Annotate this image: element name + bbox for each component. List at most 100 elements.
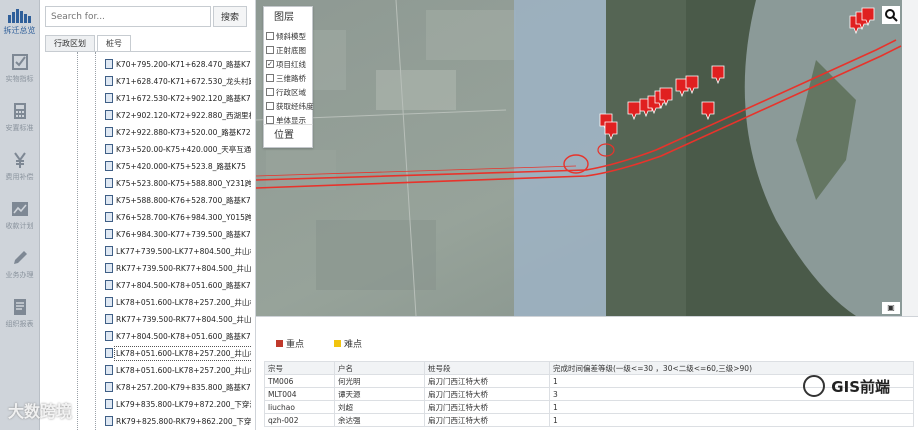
side-rail: 拆迁总览 实物指标安置标准费用补偿 收款计划 业务办理组织报表 xyxy=(0,0,40,430)
tab-stake-number[interactable]: 桩号 xyxy=(97,35,131,51)
document-icon xyxy=(105,263,113,273)
stake-tree[interactable]: K70+795.200-K71+628.470_路基K70 K71+628.470… xyxy=(45,51,251,430)
logo[interactable]: 拆迁总览 xyxy=(0,0,39,44)
checkbox[interactable] xyxy=(266,88,274,96)
map-marker-icon[interactable] xyxy=(711,65,725,85)
layer-toggle-2[interactable]: ✓ 项目红线 xyxy=(264,57,312,71)
layer-label: 正射底图 xyxy=(276,45,306,55)
tree-item-label: LK78+051.600-LK78+257.200_井山村 xyxy=(116,297,251,307)
panel-tabs: 行政区划 桩号 xyxy=(45,35,133,51)
tab-admin-division[interactable]: 行政区划 xyxy=(45,35,95,51)
rail-item-label: 安置标准 xyxy=(5,124,34,132)
col-header-name[interactable]: 户名 xyxy=(334,361,425,375)
table-cell: qzh-002 xyxy=(264,413,335,427)
pencil-icon xyxy=(13,251,27,264)
checkbox[interactable] xyxy=(266,46,274,54)
layer-label: 三维路桥 xyxy=(276,73,306,83)
tree-item[interactable]: RK79+825.800-RK79+862.200_下穿深 xyxy=(105,411,251,430)
document-icon xyxy=(105,297,113,307)
search-bar: 搜索 xyxy=(45,6,251,27)
table-cell: 扇刀门西江特大桥 xyxy=(424,400,550,414)
rail-item-0[interactable]: 实物指标 xyxy=(0,44,39,93)
logo-text: 拆迁总览 xyxy=(3,25,36,35)
table-cell: liuchao xyxy=(264,400,335,414)
document-icon xyxy=(105,348,113,358)
layer-toggle-4[interactable]: 行政区域 xyxy=(264,85,312,99)
layer-label: 获取经纬度 xyxy=(276,101,314,111)
layer-label: 行政区域 xyxy=(276,87,306,97)
rail-item-5[interactable]: 组织报表 xyxy=(0,289,39,338)
document-icon xyxy=(105,382,113,392)
map-view[interactable]: ▣ xyxy=(256,0,918,316)
map-toggle-button[interactable]: ▣ xyxy=(882,302,900,314)
tree-item-label: K70+795.200-K71+628.470_路基K70 xyxy=(116,59,251,69)
col-header-id[interactable]: 宗号 xyxy=(264,361,335,375)
search-button[interactable]: 搜索 xyxy=(213,6,247,27)
layer-toggle-1[interactable]: 正射底图 xyxy=(264,43,312,57)
tree-item-label: K75+420.000-K75+523.8_路基K75 xyxy=(116,161,246,171)
rail-item-1[interactable]: 安置标准 xyxy=(0,93,39,142)
legend-swatch-difficult xyxy=(334,340,342,347)
col-header-stake[interactable]: 桩号段 xyxy=(424,361,550,375)
tree-item-label: RK77+739.500-RK77+804.500_井山村 xyxy=(116,263,251,273)
tree-item-label: LK77+739.500-LK77+804.500_井山村 xyxy=(116,246,251,256)
table-cell: 1 xyxy=(549,400,914,414)
map-marker-icon[interactable] xyxy=(604,121,618,141)
document-icon xyxy=(105,399,113,409)
document-icon xyxy=(105,127,113,137)
document-icon xyxy=(105,365,113,375)
tree-item-label: K75+523.800-K75+588.800_Y231跨线 xyxy=(116,178,251,188)
checkbox[interactable]: ✓ xyxy=(266,60,274,68)
legend-label-key[interactable]: 重点 xyxy=(286,337,304,350)
magnifier-icon xyxy=(885,9,898,22)
checkbox[interactable] xyxy=(266,32,274,40)
table-cell: 扇刀门西江特大桥 xyxy=(424,374,550,388)
yen-icon xyxy=(13,152,26,168)
report-icon xyxy=(13,299,26,315)
zoom-button[interactable] xyxy=(882,6,900,24)
layer-toggle-3[interactable]: 三维路桥 xyxy=(264,71,312,85)
table-cell: 1 xyxy=(549,413,914,427)
map-marker-icon[interactable] xyxy=(627,101,641,121)
map-marker-icon[interactable] xyxy=(701,101,715,121)
checkbox[interactable] xyxy=(266,116,274,124)
document-icon xyxy=(105,331,113,341)
document-icon xyxy=(105,76,113,86)
checkbox[interactable] xyxy=(266,74,274,82)
tree-guide-line xyxy=(77,52,78,430)
tree-item-label: LK78+051.600-LK78+257.200_井山村 xyxy=(114,345,251,361)
tree-item-label: LK78+051.600-LK78+257.200_井山村 xyxy=(116,365,251,375)
tree-item-label: K71+628.470-K71+672.530_龙头村跨 xyxy=(116,76,251,86)
rail-item-label: 组织报表 xyxy=(5,320,34,328)
legend-label-difficult[interactable]: 难点 xyxy=(344,337,362,350)
calculator-icon xyxy=(13,103,26,119)
rail-item-4[interactable]: 业务办理 xyxy=(0,240,39,289)
tree-item-label: K77+804.500-K78+051.600_路基K77 xyxy=(116,331,251,341)
position-button[interactable]: 位置 xyxy=(263,124,313,148)
tree-item-label: K76+528.700-K76+984.300_Y015跨线 xyxy=(116,212,251,222)
document-icon xyxy=(105,110,113,120)
checkbox[interactable] xyxy=(266,102,274,110)
col-header-level[interactable]: 完成时间偏差等级(一级<=30 ，30<二级<=60,三级>90) xyxy=(549,361,914,375)
layer-toggle-0[interactable]: 倾斜模型 xyxy=(264,29,312,43)
layer-toggle-5[interactable]: 获取经纬度 xyxy=(264,99,314,113)
tree-item-label: LK79+835.800-LK79+872.200_下穿深 xyxy=(116,399,251,409)
legend: 重点 难点 xyxy=(276,337,392,350)
tree-item-label: K76+984.300-K77+739.500_路基K76 xyxy=(116,229,251,239)
tree-item-label: K72+902.120-K72+922.880_西湖里村 xyxy=(116,110,251,120)
tree-item-label: RK77+739.500-RK77+804.500_井山村 xyxy=(116,314,251,324)
layer-panel-title: 图层 xyxy=(274,12,294,23)
document-icon xyxy=(105,416,113,426)
tree-item-label: RK79+825.800-RK79+862.200_下穿深 xyxy=(116,416,251,426)
table-header-row: 宗号 户名 桩号段 完成时间偏差等级(一级<=30 ，30<二级<=60,三级>… xyxy=(264,361,914,375)
tree-guide-line xyxy=(95,52,96,430)
table-row[interactable]: liuchao 刘超 扇刀门西江特大桥 1 xyxy=(264,400,914,414)
table-row[interactable]: qzh-002 余达强 扇刀门西江特大桥 1 xyxy=(264,413,914,427)
search-input[interactable] xyxy=(45,6,211,27)
app-root: 拆迁总览 实物指标安置标准费用补偿收款计划业务办理组织报表 搜索 行政区划 桩号… xyxy=(0,0,918,430)
rail-item-3[interactable]: 收款计划 xyxy=(0,191,39,240)
table-cell: 何光明 xyxy=(334,374,425,388)
document-icon xyxy=(105,280,113,290)
rail-item-2[interactable]: 费用补偿 xyxy=(0,142,39,191)
table-cell: 谭天源 xyxy=(334,387,425,401)
